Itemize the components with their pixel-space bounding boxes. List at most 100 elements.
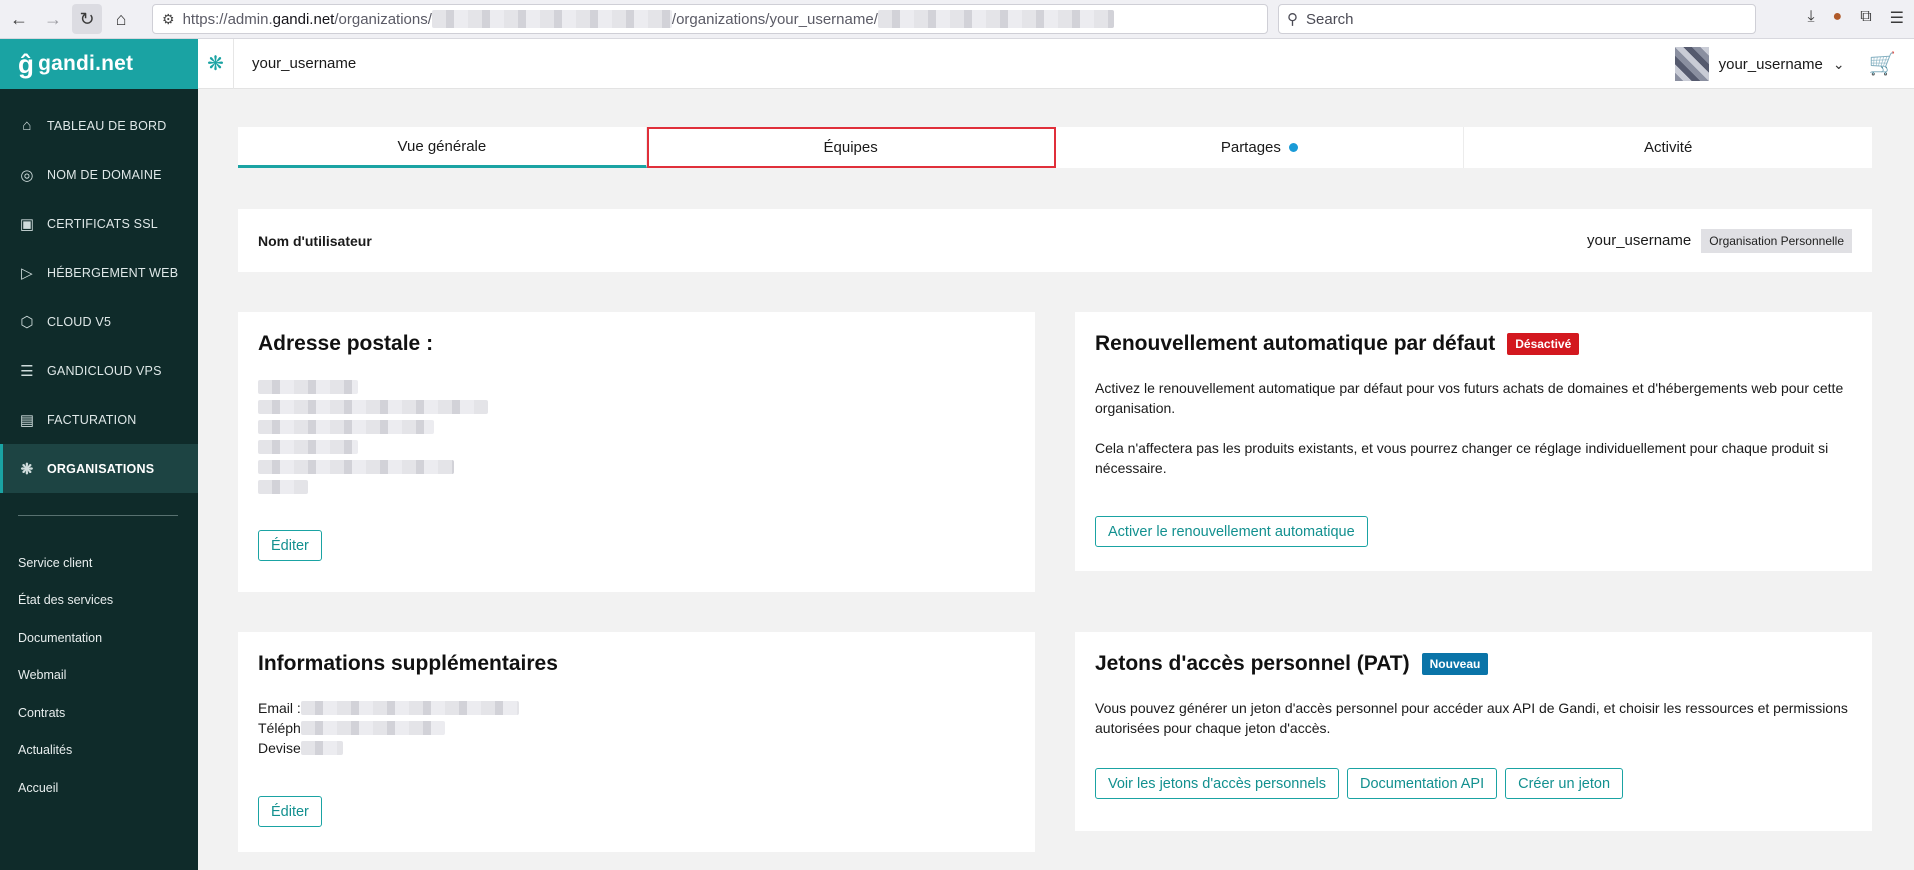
menu-icon[interactable]: ☰ — [1890, 8, 1904, 28]
search-icon: ⚲ — [1287, 11, 1298, 28]
tab-label: Activité — [1643, 139, 1693, 156]
auto-renew-card: Renouvellement automatique par défaut Dé… — [1075, 312, 1872, 571]
sidebar-item-facturation[interactable]: ▤ FACTURATION — [0, 395, 198, 444]
view-tokens-button[interactable]: Voir les jetons d'accès personnels — [1095, 768, 1339, 799]
url-path-1: /organizations/ — [334, 10, 432, 28]
sidebar-links: Service client État des services Documen… — [0, 544, 198, 807]
forward-arrow-icon[interactable]: → — [38, 4, 68, 34]
tab-activite[interactable]: Activité — [1464, 127, 1872, 168]
redacted-url-segment — [877, 10, 1114, 28]
back-arrow-icon[interactable]: ← — [4, 4, 34, 34]
sidebar-link-webmail[interactable]: Webmail — [0, 657, 198, 695]
info-lines: Email : Téléph Devise — [258, 698, 1015, 758]
enable-auto-renew-button[interactable]: Activer le renouvellement automatique — [1095, 516, 1368, 547]
sidebar-divider — [18, 515, 178, 516]
extensions-icon[interactable]: ⧉ — [1860, 8, 1871, 28]
phone-label: Téléph — [258, 720, 301, 736]
sidebar-item-cloud-v5[interactable]: ⬡ CLOUD V5 — [0, 297, 198, 346]
email-label: Email : — [258, 700, 301, 716]
sidebar-link-contrats[interactable]: Contrats — [0, 694, 198, 732]
server-icon: ☰ — [20, 362, 34, 380]
sidebar-item-label: HÉBERGEMENT WEB — [47, 265, 179, 280]
gandi-logo[interactable]: ĝ gandi.net — [0, 39, 198, 89]
sidebar: ĝ gandi.net ⌂ TABLEAU DE BORD ◎ NOM DE D… — [0, 39, 198, 870]
sidebar-link-etat-des-services[interactable]: État des services — [0, 582, 198, 620]
avatar[interactable] — [1674, 47, 1709, 81]
card-title: Informations supplémentaires — [258, 652, 558, 675]
card-title-row: Jetons d'accès personnel (PAT) Nouveau — [1095, 652, 1852, 676]
sidebar-item-organisations[interactable]: ❋ ORGANISATIONS — [0, 444, 198, 493]
status-badge: Désactivé — [1507, 333, 1580, 355]
sidebar-item-nom-de-domaine[interactable]: ◎ NOM DE DOMAINE — [0, 150, 198, 199]
organisation-type-tag: Organisation Personnelle — [1701, 228, 1852, 253]
new-badge: Nouveau — [1421, 653, 1489, 675]
personal-access-token-card: Jetons d'accès personnel (PAT) Nouveau V… — [1075, 632, 1872, 831]
play-icon: ▷ — [21, 264, 33, 282]
api-documentation-button[interactable]: Documentation API — [1346, 768, 1498, 799]
sidebar-item-label: FACTURATION — [47, 412, 137, 427]
tab-label: Partages — [1220, 139, 1281, 156]
home-icon: ⌂ — [22, 117, 32, 134]
organisation-tabs: Vue générale Équipes Partages Activité — [238, 127, 1872, 168]
tab-vue-generale[interactable]: Vue générale — [238, 127, 647, 168]
auto-renew-description: Activez le renouvellement automatique pa… — [1095, 380, 1844, 416]
sidebar-link-accueil[interactable]: Accueil — [0, 769, 198, 807]
chevron-down-icon[interactable]: ⌄ — [1833, 56, 1845, 73]
sidebar-item-label: ORGANISATIONS — [47, 461, 155, 476]
home-browser-icon[interactable]: ⌂ — [106, 4, 136, 34]
browser-toolbar: ← → ↻ ⌂ ⚙ https://admin. gandi.net/organi… — [0, 0, 1914, 39]
sidebar-link-service-client[interactable]: Service client — [0, 544, 198, 582]
profile-icon[interactable]: ● — [1833, 8, 1843, 28]
currency-label: Devise — [258, 740, 301, 756]
gandi-logo-icon: ĝ — [18, 48, 35, 79]
organisation-switch-icon[interactable]: ❋ — [198, 38, 234, 89]
info-phone-row: Téléph — [258, 718, 1015, 738]
user-name[interactable]: your_username — [1719, 56, 1823, 73]
breadcrumb[interactable]: your_username — [252, 55, 356, 72]
username-value: your_username — [1587, 232, 1692, 249]
card-title: Adresse postale : — [258, 332, 434, 355]
top-header: ❋ your_username your_username ⌄ 🛒 — [198, 38, 1914, 89]
sidebar-link-actualites[interactable]: Actualités — [0, 732, 198, 770]
card-title: Renouvellement automatique par défaut — [1095, 332, 1496, 355]
sidebar-menu: ⌂ TABLEAU DE BORD ◎ NOM DE DOMAINE ▣ CER… — [0, 101, 198, 493]
tab-label: Équipes — [823, 139, 878, 156]
auto-renew-note: Cela n'affectera pas les produits exista… — [1095, 440, 1829, 476]
sidebar-item-certificats-ssl[interactable]: ▣ CERTIFICATS SSL — [0, 199, 198, 248]
card-icon: ▤ — [19, 411, 35, 429]
globe-icon: ◎ — [20, 166, 34, 184]
sidebar-item-hebergement-web[interactable]: ▷ HÉBERGEMENT WEB — [0, 248, 198, 297]
page-info-icon: ⚙ — [162, 10, 175, 27]
pat-description: Vous pouvez générer un jeton d'accès per… — [1095, 700, 1848, 736]
username-card: Nom d'utilisateur your_username Organisa… — [238, 209, 1872, 272]
info-email-row: Email : — [258, 698, 1015, 718]
browser-search-input[interactable]: ⚲ Search — [1278, 4, 1756, 34]
url-prefix: https://admin. — [182, 10, 273, 28]
sidebar-item-label: CERTIFICATS SSL — [47, 216, 158, 231]
reload-icon[interactable]: ↻ — [72, 4, 102, 34]
organisation-icon: ❋ — [20, 460, 34, 478]
sidebar-item-label: CLOUD V5 — [47, 314, 112, 329]
username-label: Nom d'utilisateur — [258, 232, 372, 249]
redacted-address — [258, 380, 1015, 494]
download-icon[interactable]: ⤓ — [1807, 8, 1814, 28]
address-bar[interactable]: ⚙ https://admin. gandi.net/organizations/… — [152, 4, 1268, 34]
sidebar-item-gandicloud-vps[interactable]: ☰ GANDICLOUD VPS — [0, 346, 198, 395]
logo-text: gandi.net — [38, 52, 134, 75]
search-placeholder: Search — [1306, 10, 1354, 28]
sidebar-link-documentation[interactable]: Documentation — [0, 619, 198, 657]
user-menu: your_username ⌄ 🛒 — [1674, 47, 1896, 81]
sidebar-item-tableau-de-bord[interactable]: ⌂ TABLEAU DE BORD — [0, 101, 198, 150]
url-path-2: /organizations/your_username/ — [671, 10, 878, 28]
cart-icon[interactable]: 🛒 — [1869, 51, 1896, 77]
cloud-icon: ⬡ — [20, 313, 34, 331]
card-title: Jetons d'accès personnel (PAT) — [1095, 652, 1410, 675]
redacted-email — [300, 701, 519, 715]
certificate-icon: ▣ — [19, 215, 35, 233]
create-token-button[interactable]: Créer un jeton — [1505, 768, 1624, 799]
tab-equipes[interactable]: Équipes — [646, 127, 1056, 168]
edit-info-button[interactable]: Éditer — [258, 796, 322, 827]
pat-actions: Voir les jetons d'accès personnels Docum… — [1095, 768, 1852, 799]
tab-partages[interactable]: Partages — [1056, 127, 1465, 168]
edit-address-button[interactable]: Éditer — [258, 530, 322, 561]
